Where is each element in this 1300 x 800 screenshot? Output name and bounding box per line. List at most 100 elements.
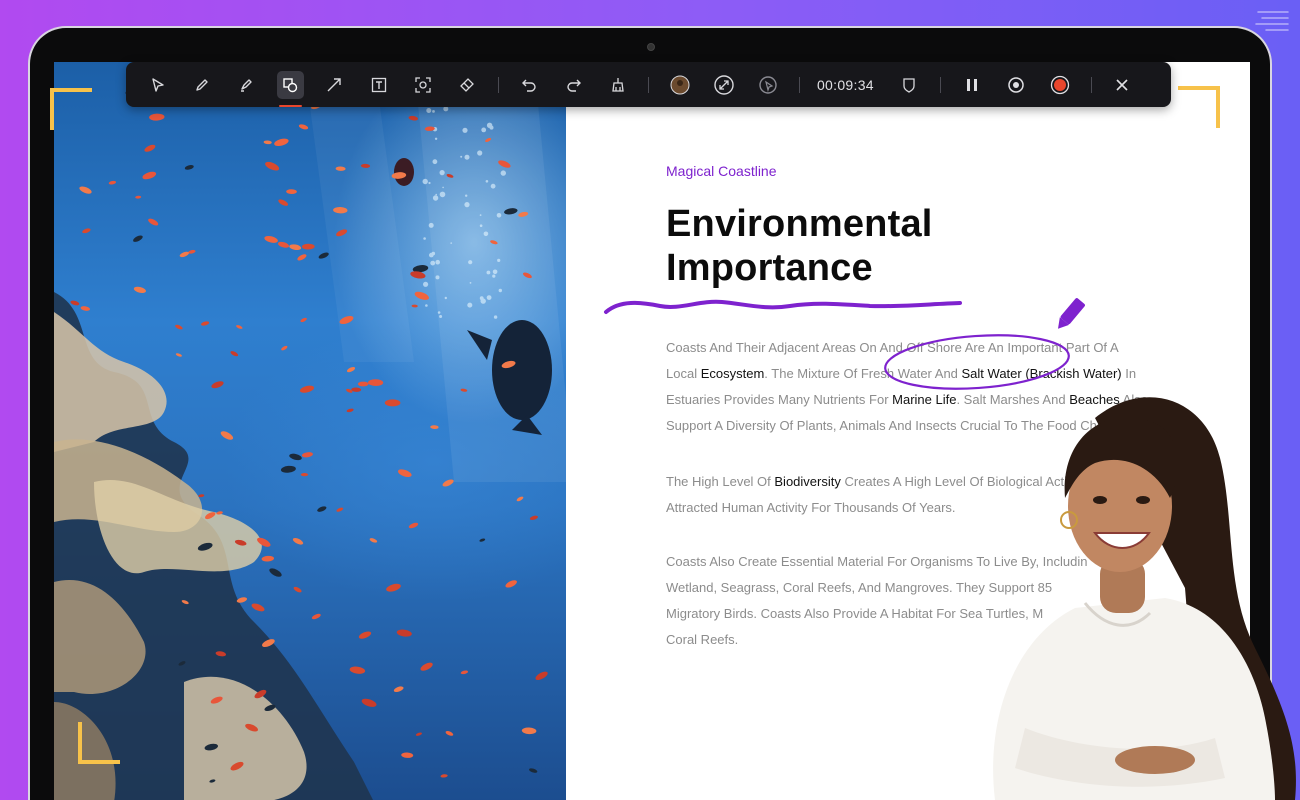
bubble-shape: [464, 202, 470, 208]
fish-shape: [430, 425, 439, 430]
cursor-highlight-button[interactable]: [755, 71, 782, 99]
fish-shape: [401, 752, 414, 758]
fish-shape: [251, 603, 265, 612]
undo-button[interactable]: [516, 71, 543, 99]
arrow-tool[interactable]: [321, 71, 348, 99]
fish-shape: [289, 244, 302, 251]
highlighted-term: Salt Water (Brackish Water): [961, 366, 1122, 381]
fish-shape: [201, 321, 210, 326]
webcam-toggle-button[interactable]: [666, 71, 693, 99]
paragraph-text: Estuaries Provides Many Nutrients For: [666, 392, 893, 407]
title-line: Environmental: [666, 203, 933, 245]
bubble-shape: [462, 127, 468, 133]
spotlight-tool[interactable]: [409, 71, 436, 99]
close-toolbar-button[interactable]: [1109, 71, 1136, 99]
bubble-shape: [490, 183, 496, 189]
fish-shape: [311, 613, 321, 620]
bubble-shape: [437, 311, 441, 314]
eraser-icon: [460, 77, 475, 92]
bubble-shape: [428, 222, 434, 228]
protect-button[interactable]: [896, 71, 923, 99]
bubble-shape: [450, 242, 453, 244]
bubble-shape: [432, 195, 439, 201]
fish-shape: [148, 218, 159, 226]
bubble-shape: [500, 170, 506, 176]
dark-fish-shape: [394, 158, 414, 186]
eraser-tool[interactable]: [454, 71, 481, 99]
fish-shape: [357, 381, 369, 387]
bubble-shape: [435, 193, 438, 196]
webcam-dot: [647, 43, 655, 51]
bubble-shape: [481, 127, 487, 133]
fish-shape: [529, 768, 538, 773]
fish-shape: [336, 507, 344, 512]
fish-shape: [346, 367, 356, 373]
fish-shape: [144, 144, 156, 152]
bubble-shape: [485, 180, 489, 183]
bubble-shape: [439, 170, 445, 176]
pen-tool[interactable]: [188, 71, 215, 99]
annotation-toolbar: 00:09:34: [126, 62, 1171, 107]
fish-shape: [280, 465, 296, 473]
fish-shape: [318, 252, 329, 259]
fish-shape: [420, 662, 433, 671]
spotlight-icon: [415, 76, 431, 93]
highlighter-tool[interactable]: [232, 71, 259, 99]
fish-shape: [293, 586, 302, 593]
record-icon: [1050, 75, 1070, 94]
fish-shape: [516, 496, 524, 502]
clear-all-button[interactable]: [604, 71, 631, 99]
resize-webcam-button[interactable]: [711, 71, 738, 99]
bubble-shape: [483, 231, 489, 237]
fish-shape: [384, 399, 401, 407]
fish-shape: [188, 249, 196, 254]
bubble-shape: [444, 296, 447, 300]
redo-icon: [566, 79, 581, 92]
bubble-shape: [479, 224, 483, 227]
bubble-shape: [423, 281, 429, 287]
bubble-shape: [422, 178, 428, 185]
fish-shape: [264, 235, 278, 243]
fish-shape: [298, 124, 309, 130]
fish-shape: [286, 189, 297, 195]
select-pointer-tool[interactable]: [144, 71, 171, 99]
redo-button[interactable]: [560, 71, 587, 99]
bubble-shape: [435, 275, 440, 280]
bubble-shape: [439, 191, 446, 198]
fish-shape: [269, 568, 282, 577]
bubble-shape: [479, 214, 482, 217]
recording-frame-corner-bottom-left: [78, 722, 120, 764]
fish-shape: [265, 161, 280, 171]
highlighted-term: Biodiversity: [774, 474, 841, 489]
fish-shape: [175, 324, 183, 330]
fish-shape: [274, 138, 289, 147]
fish-shape: [142, 171, 157, 180]
bubble-shape: [425, 304, 428, 307]
fish-shape: [300, 317, 307, 323]
fish-shape: [179, 251, 189, 258]
fish-shape: [211, 381, 224, 389]
restart-button[interactable]: [1002, 71, 1029, 99]
pause-button[interactable]: [958, 71, 985, 99]
bubble-shape: [434, 137, 438, 140]
fish-shape: [505, 580, 517, 588]
restart-icon: [1008, 76, 1024, 93]
cursor-highlight-icon: [759, 75, 778, 94]
fish-shape: [369, 538, 378, 543]
fish-shape: [460, 670, 469, 675]
fish-shape: [411, 304, 418, 308]
fish-shape: [184, 165, 194, 170]
bubble-shape: [443, 106, 449, 112]
bubble-shape: [496, 213, 502, 218]
bubble-shape: [492, 269, 498, 275]
fish-shape: [281, 345, 288, 351]
fish-shape: [301, 452, 313, 458]
toolbar-divider: [497, 76, 499, 93]
bubble-shape: [486, 122, 493, 128]
fish-shape: [396, 629, 412, 637]
stop-record-button[interactable]: [1047, 71, 1074, 99]
fish-shape: [440, 774, 448, 778]
bubble-shape: [477, 150, 483, 156]
shapes-tool[interactable]: [276, 70, 304, 107]
text-tool[interactable]: [365, 71, 392, 99]
